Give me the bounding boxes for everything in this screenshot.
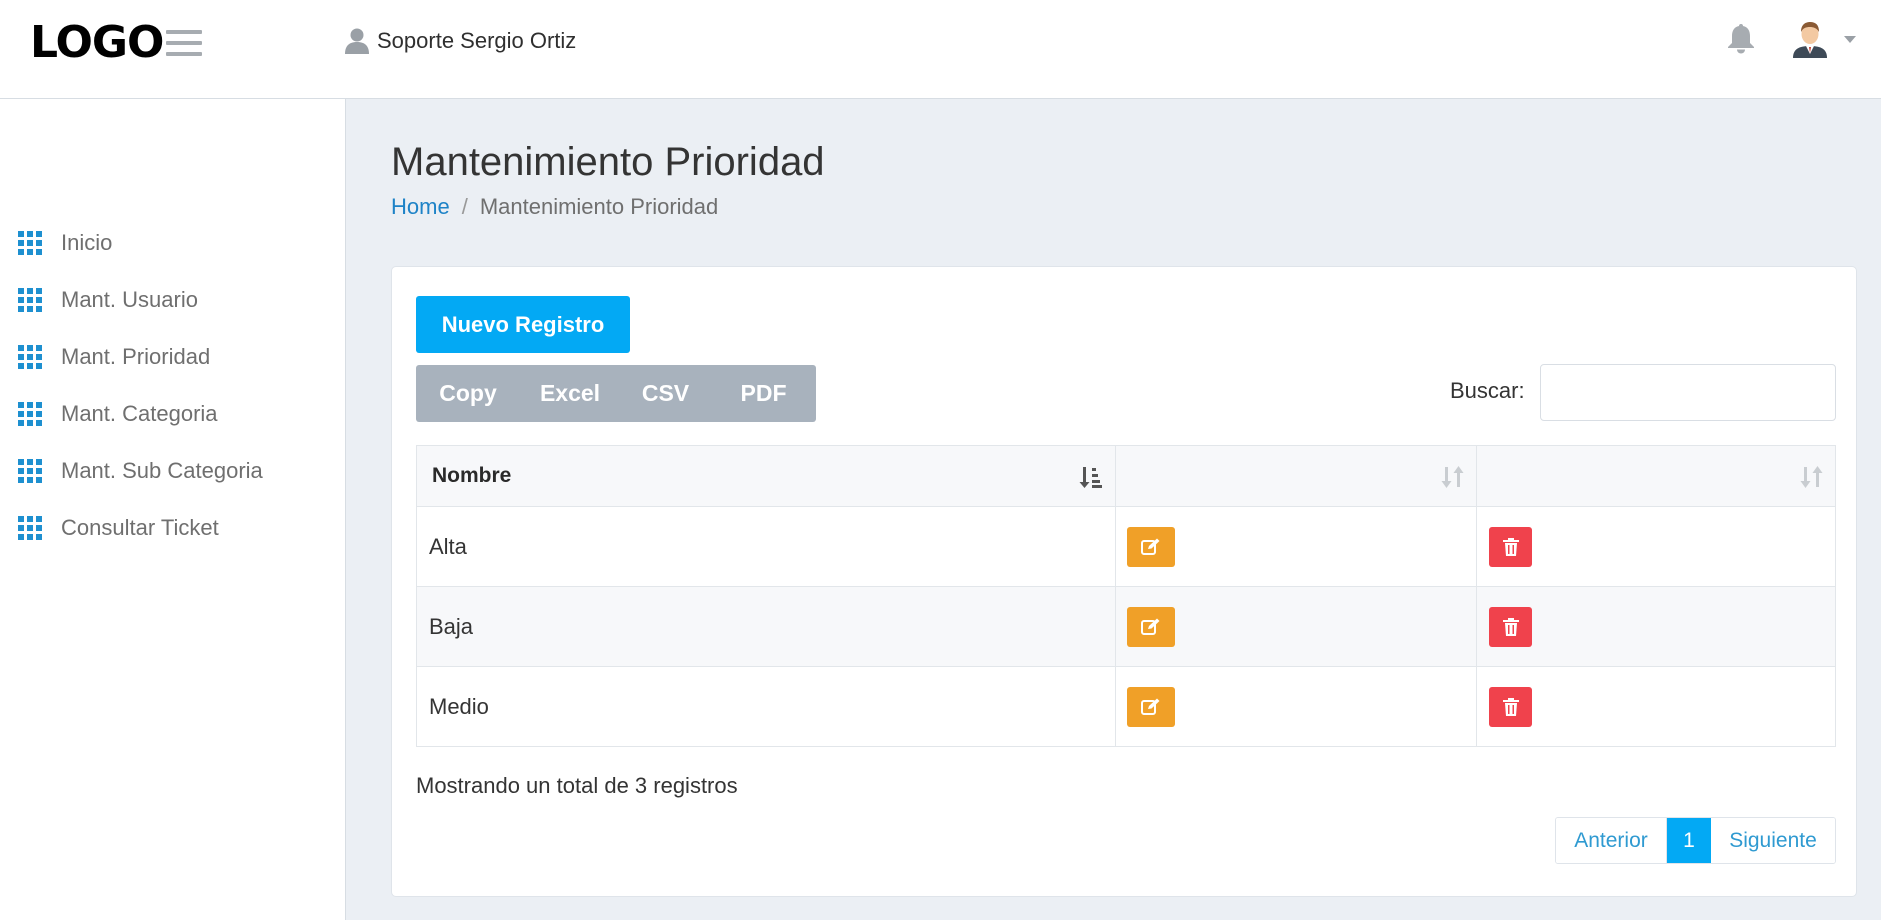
- logo: LOGO: [30, 17, 164, 68]
- table-row: Alta: [416, 506, 1836, 587]
- search-label: Buscar:: [1450, 378, 1525, 403]
- export-button-group: Copy Excel CSV PDF: [416, 365, 816, 422]
- csv-button[interactable]: CSV: [620, 365, 711, 422]
- trash-icon: [1502, 617, 1519, 636]
- avatar[interactable]: [1791, 20, 1829, 58]
- page-title: Mantenimiento Prioridad: [391, 140, 825, 184]
- edit-icon: [1140, 538, 1159, 555]
- sidebar-item-sub-categoria[interactable]: Mant. Sub Categoria: [18, 454, 263, 488]
- edit-icon: [1140, 698, 1159, 715]
- cell-nombre: Baja: [416, 586, 1116, 667]
- pagination-page-1[interactable]: 1: [1667, 818, 1711, 863]
- pdf-button[interactable]: PDF: [711, 365, 816, 422]
- breadcrumb-separator: /: [461, 194, 468, 219]
- cell-edit: [1114, 586, 1478, 667]
- column-header-delete[interactable]: [1476, 445, 1836, 507]
- excel-button[interactable]: Excel: [520, 365, 620, 422]
- delete-button[interactable]: [1489, 526, 1533, 567]
- pagination-previous[interactable]: Anterior: [1556, 818, 1667, 863]
- cell-nombre: Alta: [416, 506, 1116, 587]
- new-record-button[interactable]: Nuevo Registro: [416, 296, 630, 353]
- grid-icon: [18, 231, 42, 255]
- pagination: Anterior 1 Siguiente: [1555, 817, 1836, 864]
- sidebar-item-label: Mant. Categoria: [61, 401, 218, 426]
- top-header: LOGO Soporte Sergio Ortiz: [0, 0, 1881, 99]
- copy-button[interactable]: Copy: [416, 365, 520, 422]
- sidebar-item-label: Mant. Usuario: [61, 287, 198, 312]
- delete-button[interactable]: [1489, 686, 1533, 727]
- hamburger-icon[interactable]: [166, 29, 202, 57]
- sidebar-item-prioridad[interactable]: Mant. Prioridad: [18, 340, 210, 374]
- trash-icon: [1502, 697, 1519, 716]
- sort-icon: [1441, 466, 1464, 488]
- grid-icon: [18, 345, 42, 369]
- grid-icon: [18, 516, 42, 540]
- edit-icon: [1140, 618, 1159, 635]
- edit-button[interactable]: [1126, 686, 1175, 727]
- sidebar-item-consultar-ticket[interactable]: Consultar Ticket: [18, 511, 219, 545]
- edit-button[interactable]: [1126, 526, 1175, 567]
- current-user: Soporte Sergio Ortiz: [345, 24, 576, 58]
- sidebar-item-label: Mant. Sub Categoria: [61, 458, 263, 483]
- sort-asc-icon: [1079, 467, 1102, 488]
- priority-table: Nombre Alta Baja Medio: [416, 445, 1836, 747]
- edit-button[interactable]: [1126, 606, 1175, 647]
- grid-icon: [18, 402, 42, 426]
- cell-delete: [1476, 666, 1836, 747]
- sort-icon: [1800, 466, 1823, 488]
- cell-nombre: Medio: [416, 666, 1116, 747]
- sidebar-item-label: Consultar Ticket: [61, 515, 219, 540]
- cell-delete: [1476, 506, 1836, 587]
- sidebar: Inicio Mant. Usuario Mant. Prioridad Man…: [0, 99, 346, 920]
- sidebar-item-label: Mant. Prioridad: [61, 344, 211, 369]
- user-icon: [345, 28, 369, 54]
- search-input[interactable]: [1540, 364, 1836, 421]
- grid-icon: [18, 459, 42, 483]
- trash-icon: [1502, 537, 1519, 556]
- content-panel: Nuevo Registro Copy Excel CSV PDF Buscar…: [391, 266, 1857, 897]
- grid-icon: [18, 288, 42, 312]
- sidebar-item-categoria[interactable]: Mant. Categoria: [18, 397, 218, 431]
- bell-icon[interactable]: [1726, 22, 1756, 54]
- sidebar-item-usuario[interactable]: Mant. Usuario: [18, 283, 198, 317]
- table-header-row: Nombre: [416, 445, 1836, 507]
- table-row: Baja: [416, 586, 1836, 667]
- delete-button[interactable]: [1489, 606, 1533, 647]
- breadcrumb-home-link[interactable]: Home: [391, 194, 450, 220]
- sidebar-item-label: Inicio: [61, 230, 113, 255]
- column-header-label: Nombre: [432, 464, 512, 487]
- pagination-next[interactable]: Siguiente: [1711, 818, 1835, 863]
- table-row: Medio: [416, 666, 1836, 747]
- cell-edit: [1114, 506, 1478, 587]
- cell-delete: [1476, 586, 1836, 667]
- column-header-edit[interactable]: [1114, 445, 1478, 507]
- table-info: Mostrando un total de 3 registros: [416, 773, 738, 798]
- user-name: Soporte Sergio Ortiz: [377, 28, 577, 53]
- sidebar-item-inicio[interactable]: Inicio: [18, 226, 112, 260]
- breadcrumb: Home / Mantenimiento Prioridad: [391, 194, 718, 220]
- column-header-nombre[interactable]: Nombre: [416, 445, 1116, 507]
- chevron-down-icon[interactable]: [1844, 36, 1856, 43]
- cell-edit: [1114, 666, 1478, 747]
- breadcrumb-current: Mantenimiento Prioridad: [479, 194, 719, 219]
